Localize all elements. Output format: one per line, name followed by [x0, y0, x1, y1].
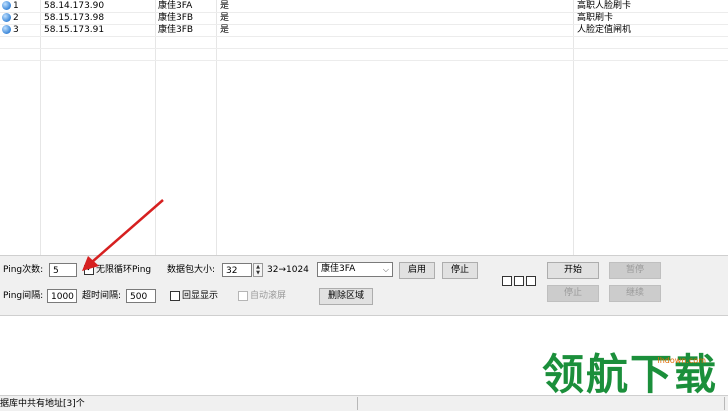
status-bar: 据库中共有地址[3]个: [0, 395, 728, 411]
status-separator: [724, 397, 725, 410]
status-separator: [357, 397, 358, 410]
watermark-url: lhdown.com: [657, 356, 706, 365]
status-text: 据库中共有地址[3]个: [0, 399, 85, 409]
